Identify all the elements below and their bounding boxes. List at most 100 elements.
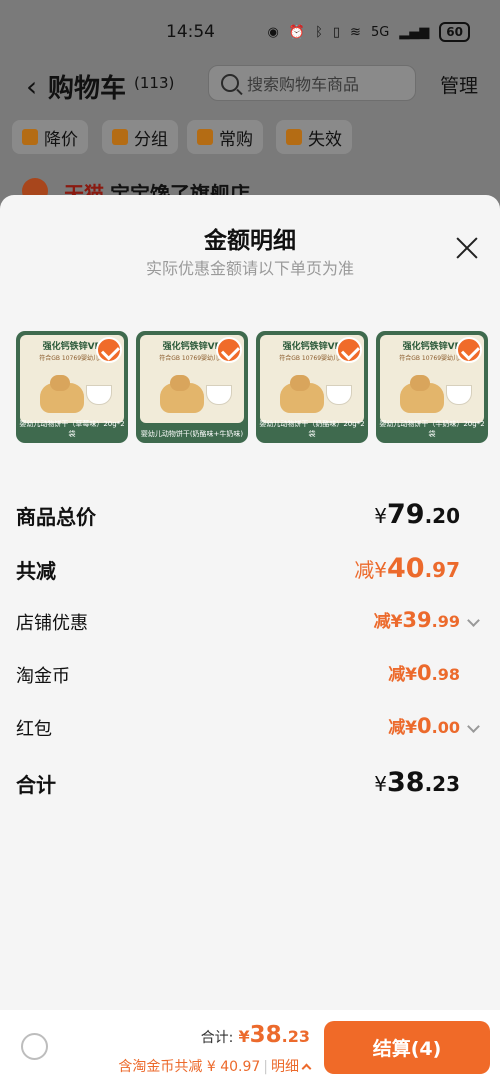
reduction-prefix: 减¥: [354, 558, 387, 582]
filter-group[interactable]: 分组: [102, 120, 178, 154]
chevron-down-icon[interactable]: [467, 720, 480, 733]
price-dec: .23: [281, 1027, 310, 1046]
product-name: 婴幼儿动物饼干（草莓味）20g*2袋: [19, 420, 125, 438]
red-packet-label: 红包: [16, 719, 52, 740]
product-card[interactable]: 强化钙铁锌VB 符合GB 10769婴幼儿... 婴幼儿动物饼干(奶酪味+牛奶味…: [136, 331, 248, 443]
row-total-reduction: 共减 减¥40.97: [0, 547, 500, 587]
status-bar: 14:54 ◉ ⏰ ᛒ ▯ ≋ 5G ▂▄▆ 60: [0, 0, 500, 60]
chevron-up-icon: [301, 1063, 312, 1074]
store-discount-label: 店铺优惠: [16, 613, 88, 634]
row-store-discount[interactable]: 店铺优惠 减¥39.99: [0, 601, 500, 641]
arrow-down-icon: [22, 129, 38, 145]
discount-summary[interactable]: 含淘金币共减 ¥ 40.97 | 明细: [118, 1056, 312, 1076]
network-icon: 5G: [370, 24, 390, 40]
manage-button[interactable]: 管理: [440, 71, 478, 98]
filter-label: 失效: [308, 129, 342, 150]
row-total-price: 商品总价 ¥79.20: [0, 493, 500, 533]
price-int: 0: [417, 714, 432, 738]
signal-icon: ▂▄▆: [399, 24, 430, 40]
total-price-value: ¥79.20: [374, 499, 460, 530]
product-list: 强化钙铁锌VB 符合GB 10769婴幼儿... 婴幼儿动物饼干（草莓味）20g…: [16, 331, 488, 443]
search-input[interactable]: 搜索购物车商品: [208, 65, 416, 101]
filter-price-drop[interactable]: 降价: [12, 120, 88, 154]
filter-row: 降价 分组 常购 失效: [0, 110, 500, 170]
checkmark-icon[interactable]: [96, 337, 122, 363]
invalid-icon: [286, 129, 302, 145]
currency-symbol: ¥: [374, 504, 387, 528]
price-int: 39: [402, 608, 432, 632]
alarm-icon: ⏰: [288, 24, 306, 40]
cart-header: ‹ 购物车 (113) 搜索购物车商品 管理: [0, 60, 500, 110]
amount-detail-sheet: 金额明细 实际优惠金额请以下单页为准 强化钙铁锌VB 符合GB 10769婴幼儿…: [0, 195, 500, 1085]
back-arrow-icon[interactable]: ‹: [26, 70, 37, 103]
filter-label: 分组: [134, 129, 168, 150]
product-card[interactable]: 强化钙铁锌VB 符合GB 10769婴幼儿... 婴幼儿动物饼干（牛奶味）20g…: [376, 331, 488, 443]
bottom-bar: 合计: ¥38.23 含淘金币共减 ¥ 40.97 | 明细 结算(4): [0, 1010, 500, 1085]
vibrate-icon: ▯: [332, 24, 341, 40]
select-all-checkbox[interactable]: [21, 1033, 48, 1060]
product-name: 婴幼儿动物饼干（奶酪味）20g*2袋: [259, 420, 365, 438]
row-red-packet[interactable]: 红包 减¥0.00: [0, 707, 500, 747]
biscuit-image: [280, 375, 324, 413]
total-label: 合计:: [200, 1030, 234, 1046]
price-dec: .98: [431, 665, 460, 684]
price-dec: .00: [431, 718, 460, 737]
checkmark-icon[interactable]: [216, 337, 242, 363]
detail-toggle[interactable]: 明细: [271, 1059, 299, 1075]
close-icon[interactable]: [452, 233, 482, 263]
battery-icon: 60: [439, 22, 470, 42]
bluetooth-icon: ᛒ: [315, 24, 323, 40]
product-card[interactable]: 强化钙铁锌VB 符合GB 10769婴幼儿... 婴幼儿动物饼干（奶酪味）20g…: [256, 331, 368, 443]
biscuit-image: [40, 375, 84, 413]
discount-text: 含淘金币共减 ¥ 40.97: [118, 1059, 261, 1075]
bowl-image: [446, 385, 472, 405]
total-reduction-label: 共减: [16, 559, 56, 583]
price-dec: .97: [424, 558, 460, 582]
reduction-prefix: 减¥: [388, 665, 418, 685]
product-card[interactable]: 强化钙铁锌VB 符合GB 10769婴幼儿... 婴幼儿动物饼干（草莓味）20g…: [16, 331, 128, 443]
total-reduction-value: 减¥40.97: [354, 553, 460, 584]
taojinbi-value: 减¥0.98: [388, 660, 460, 685]
checkmark-icon[interactable]: [456, 337, 482, 363]
biscuit-image: [400, 375, 444, 413]
chevron-down-icon[interactable]: [467, 614, 480, 627]
biscuit-image: [160, 375, 204, 413]
price-int: 0: [417, 661, 432, 685]
price-int: 38: [249, 1022, 282, 1048]
eye-icon: ◉: [267, 24, 279, 40]
cart-icon: [197, 129, 213, 145]
checkmark-icon[interactable]: [336, 337, 362, 363]
price-dec: .99: [431, 612, 460, 631]
price-dec: .20: [424, 504, 460, 528]
sum-value: ¥38.23: [374, 767, 460, 798]
reduction-prefix: 减¥: [388, 718, 418, 738]
store-discount-value: 减¥39.99: [374, 607, 460, 632]
price-int: 79: [386, 499, 425, 530]
bottom-total: 合计: ¥38.23: [201, 1022, 310, 1048]
price-dec: .23: [424, 772, 460, 796]
bowl-image: [86, 385, 112, 405]
row-sum: 合计 ¥38.23: [0, 761, 500, 801]
sheet-title: 金额明细: [204, 228, 296, 254]
status-time: 14:54: [166, 22, 215, 42]
wifi-icon: ≋: [350, 24, 361, 40]
separator: |: [263, 1059, 268, 1075]
sum-label: 合计: [16, 773, 56, 797]
price-int: 38: [386, 767, 425, 798]
filter-label: 常购: [219, 129, 253, 150]
cart-count: (113): [134, 74, 175, 92]
checkout-button[interactable]: 结算(4): [324, 1021, 490, 1074]
red-packet-value: 减¥0.00: [388, 713, 460, 738]
page-title: 购物车: [48, 74, 127, 104]
bowl-image: [206, 385, 232, 405]
filter-invalid[interactable]: 失效: [276, 120, 352, 154]
search-placeholder: 搜索购物车商品: [247, 75, 360, 94]
filter-frequent[interactable]: 常购: [187, 120, 263, 154]
total-price-label: 商品总价: [16, 505, 96, 529]
currency-symbol: ¥: [374, 772, 387, 796]
bowl-image: [326, 385, 352, 405]
product-name: 婴幼儿动物饼干(奶酪味+牛奶味): [140, 430, 244, 438]
row-taojinbi: 淘金币 减¥0.98: [0, 654, 500, 694]
status-icons: ◉ ⏰ ᛒ ▯ ≋ 5G ▂▄▆ 60: [268, 22, 470, 42]
search-icon: [221, 74, 239, 92]
